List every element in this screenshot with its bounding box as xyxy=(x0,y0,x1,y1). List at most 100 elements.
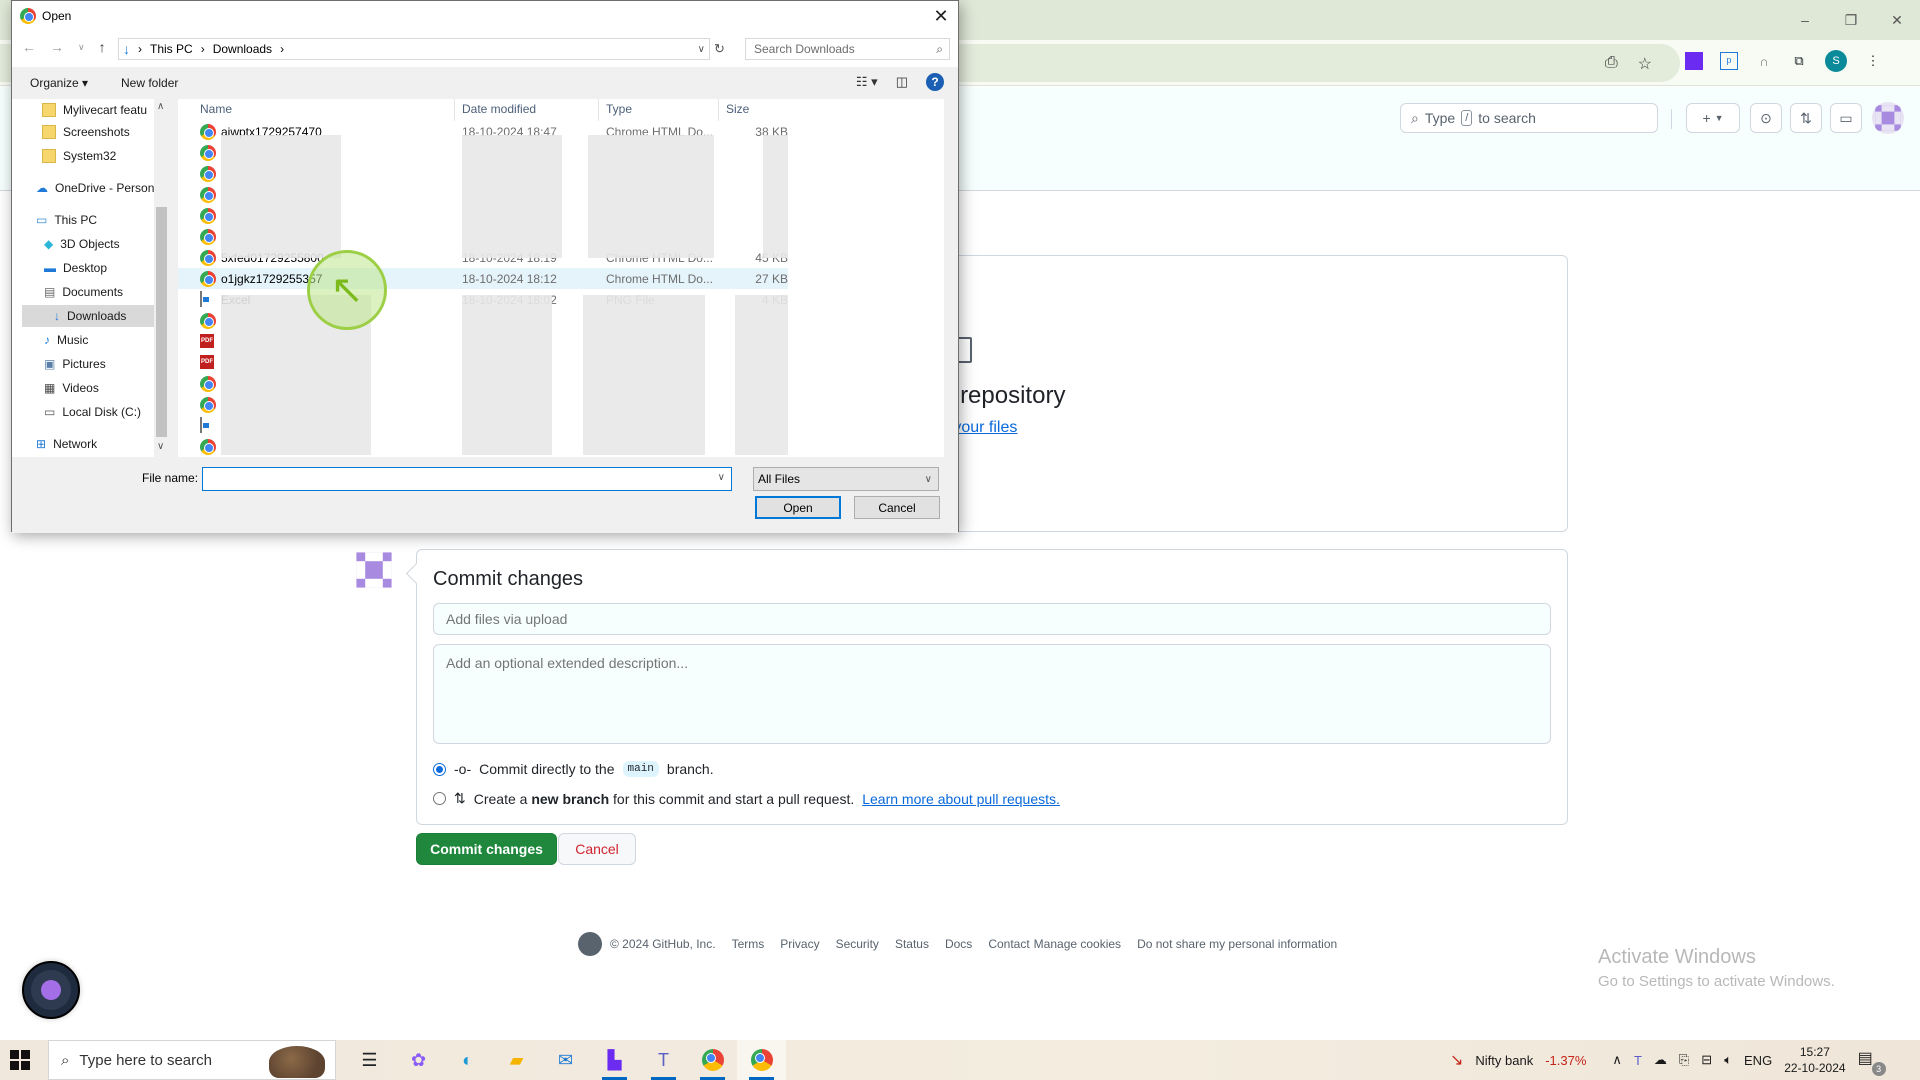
column-separator[interactable] xyxy=(718,99,719,121)
commit-changes-button[interactable]: Commit changes xyxy=(416,833,557,865)
task-view-icon[interactable]: ☰ xyxy=(345,1040,394,1080)
nav-item-3d-objects[interactable]: ◆ 3D Objects xyxy=(44,233,120,255)
footer-link-docs[interactable]: Docs xyxy=(945,937,972,951)
mail-icon[interactable]: ✉ xyxy=(541,1040,590,1080)
close-window-button[interactable]: ✕ xyxy=(1874,0,1920,40)
chrome-profile-a-icon[interactable] xyxy=(688,1040,737,1080)
nav-item-desktop[interactable]: ▬ Desktop xyxy=(44,257,107,279)
recent-locations-icon[interactable]: ∨ xyxy=(78,42,85,55)
user-avatar[interactable] xyxy=(1872,102,1904,134)
footer-link-terms[interactable]: Terms xyxy=(732,937,765,951)
forward-arrow-icon[interactable]: → xyxy=(50,39,64,55)
commit-description-input[interactable] xyxy=(433,644,1551,744)
nav-item-screenshots[interactable]: Screenshots xyxy=(42,121,130,143)
commit-summary-input[interactable] xyxy=(433,603,1551,635)
new-branch-radio[interactable] xyxy=(433,792,446,805)
nav-item-onedrive[interactable]: ☁ OneDrive - Person xyxy=(36,177,154,199)
preview-pane-icon[interactable]: ◫ xyxy=(896,74,908,90)
dialog-address-bar[interactable]: ↓ › This PC › Downloads › ∨ xyxy=(118,38,710,60)
footer-link-contact[interactable]: Contact xyxy=(988,937,1029,951)
file-explorer-icon[interactable]: ▰ xyxy=(492,1040,541,1080)
create-new-button[interactable]: + ▼ xyxy=(1686,103,1740,133)
copilot-icon[interactable]: ✿ xyxy=(394,1040,443,1080)
volume-icon[interactable]: 🔈︎ xyxy=(1724,1052,1732,1068)
breadcrumb-this-pc[interactable]: This PC xyxy=(150,42,193,56)
nav-item-system32[interactable]: System32 xyxy=(42,145,116,167)
file-name-dropdown-icon[interactable]: ∨ xyxy=(718,472,725,483)
view-options-icon[interactable]: ☷ ▾ xyxy=(856,74,878,90)
clock[interactable]: 15:27 22-10-2024 xyxy=(1784,1044,1845,1076)
github-search[interactable]: ⌕ Type / to search xyxy=(1400,103,1658,133)
dialog-cancel-button[interactable]: Cancel xyxy=(854,496,940,519)
address-dropdown-icon[interactable]: ∨ xyxy=(698,44,705,55)
open-button[interactable]: Open xyxy=(755,496,841,519)
network-icon[interactable]: ⊟ xyxy=(1701,1052,1712,1068)
start-button[interactable] xyxy=(10,1050,30,1070)
nav-pane-scrollbar[interactable]: ∧ ∨ xyxy=(154,99,169,457)
column-header-type[interactable]: Type xyxy=(606,102,632,116)
nav-item-this-pc[interactable]: ▭ This PC xyxy=(36,209,97,231)
dialog-close-button[interactable]: ✕ xyxy=(924,1,958,31)
column-header-size[interactable]: Size xyxy=(726,102,749,116)
nifty-label[interactable]: Nifty bank xyxy=(1475,1053,1533,1068)
footer-link-manage-cookies[interactable]: Manage cookies xyxy=(1034,937,1121,951)
teams-tray-icon[interactable]: T xyxy=(1634,1053,1642,1068)
nav-item-pictures[interactable]: ▣ Pictures xyxy=(44,353,106,375)
show-hidden-icons-icon[interactable]: ∧ xyxy=(1612,1052,1622,1068)
column-separator[interactable] xyxy=(454,99,455,121)
nav-item-music[interactable]: ♪ Music xyxy=(44,329,88,351)
file-type-filter[interactable]: All Files ∨ xyxy=(753,467,939,491)
column-header-date[interactable]: Date modified xyxy=(462,102,536,116)
minimize-button[interactable]: – xyxy=(1782,0,1828,40)
bookmark-star-icon[interactable]: ☆ xyxy=(1638,54,1652,74)
profile-avatar[interactable]: S xyxy=(1825,50,1847,72)
nav-scroll-thumb[interactable] xyxy=(156,207,167,437)
back-arrow-icon[interactable]: ← xyxy=(22,39,36,55)
nav-item-downloads[interactable]: ↓ Downloads xyxy=(22,305,154,327)
column-separator[interactable] xyxy=(598,99,599,121)
notifications-icon[interactable]: ▤ 3 xyxy=(1858,1048,1886,1076)
camera-icon[interactable]: ⎘ xyxy=(1679,1052,1689,1068)
teams-icon[interactable]: T xyxy=(639,1040,688,1080)
footer-link-privacy[interactable]: Privacy xyxy=(780,937,819,951)
browser-menu-icon[interactable]: ⋮ xyxy=(1864,52,1882,70)
onedrive-icon[interactable]: ☁ xyxy=(1654,1052,1667,1068)
extension-purple-icon[interactable] xyxy=(1685,52,1703,70)
purple-app-icon[interactable]: ▙ xyxy=(590,1040,639,1080)
scroll-up-icon[interactable]: ∧ xyxy=(157,101,164,112)
extension-translate-icon[interactable]: ᵖ xyxy=(1720,52,1738,70)
commit-direct-option[interactable]: -o- Commit directly to the main branch. xyxy=(433,761,714,777)
help-icon[interactable]: ? xyxy=(926,73,944,91)
dialog-search-input[interactable]: Search Downloads ⌕ xyxy=(745,38,950,60)
cancel-commit-button[interactable]: Cancel xyxy=(558,833,636,865)
commit-direct-radio[interactable] xyxy=(433,762,446,776)
up-arrow-icon[interactable]: ↑ xyxy=(99,39,106,55)
floating-assistant-button[interactable] xyxy=(22,961,80,1019)
edge-icon[interactable]: ◐ xyxy=(443,1040,492,1080)
footer-link-do-not-share[interactable]: Do not share my personal information xyxy=(1137,937,1337,951)
learn-pull-requests-link[interactable]: Learn more about pull requests. xyxy=(862,791,1060,807)
breadcrumb-downloads[interactable]: Downloads xyxy=(213,42,272,56)
commit-new-branch-option[interactable]: ⇅ Create a new branch for this commit an… xyxy=(433,790,1060,807)
nav-item-videos[interactable]: ▦ Videos xyxy=(44,377,99,399)
issues-icon[interactable]: ⊙ xyxy=(1750,103,1782,133)
chrome-profile-s-icon[interactable] xyxy=(737,1040,786,1080)
organize-button[interactable]: Organize ▾ xyxy=(30,76,88,90)
scroll-down-icon[interactable]: ∨ xyxy=(157,441,164,452)
column-header-name[interactable]: Name xyxy=(200,102,232,116)
restore-button[interactable]: ❐ xyxy=(1828,0,1874,40)
inbox-icon[interactable]: ▭ xyxy=(1830,103,1862,133)
extension-arc-icon[interactable]: ∩ xyxy=(1755,52,1773,70)
nav-item-mylivecart[interactable]: Mylivecart featu xyxy=(42,99,147,121)
footer-link-security[interactable]: Security xyxy=(836,937,879,951)
pull-requests-icon[interactable]: ⇅ xyxy=(1790,103,1822,133)
nav-item-local-disk[interactable]: ▭ Local Disk (C:) xyxy=(44,401,141,423)
file-name-input[interactable]: ∨ xyxy=(202,467,732,491)
refresh-icon[interactable]: ↻ xyxy=(714,41,725,57)
github-logo-icon[interactable] xyxy=(578,932,602,956)
new-folder-button[interactable]: New folder xyxy=(121,76,178,90)
taskbar-search[interactable]: ⌕ Type here to search xyxy=(48,1040,336,1080)
nav-item-documents[interactable]: ▤ Documents xyxy=(44,281,123,303)
nav-item-network[interactable]: ⊞ Network xyxy=(36,433,97,455)
install-app-icon[interactable]: ⎙ xyxy=(1605,54,1618,74)
